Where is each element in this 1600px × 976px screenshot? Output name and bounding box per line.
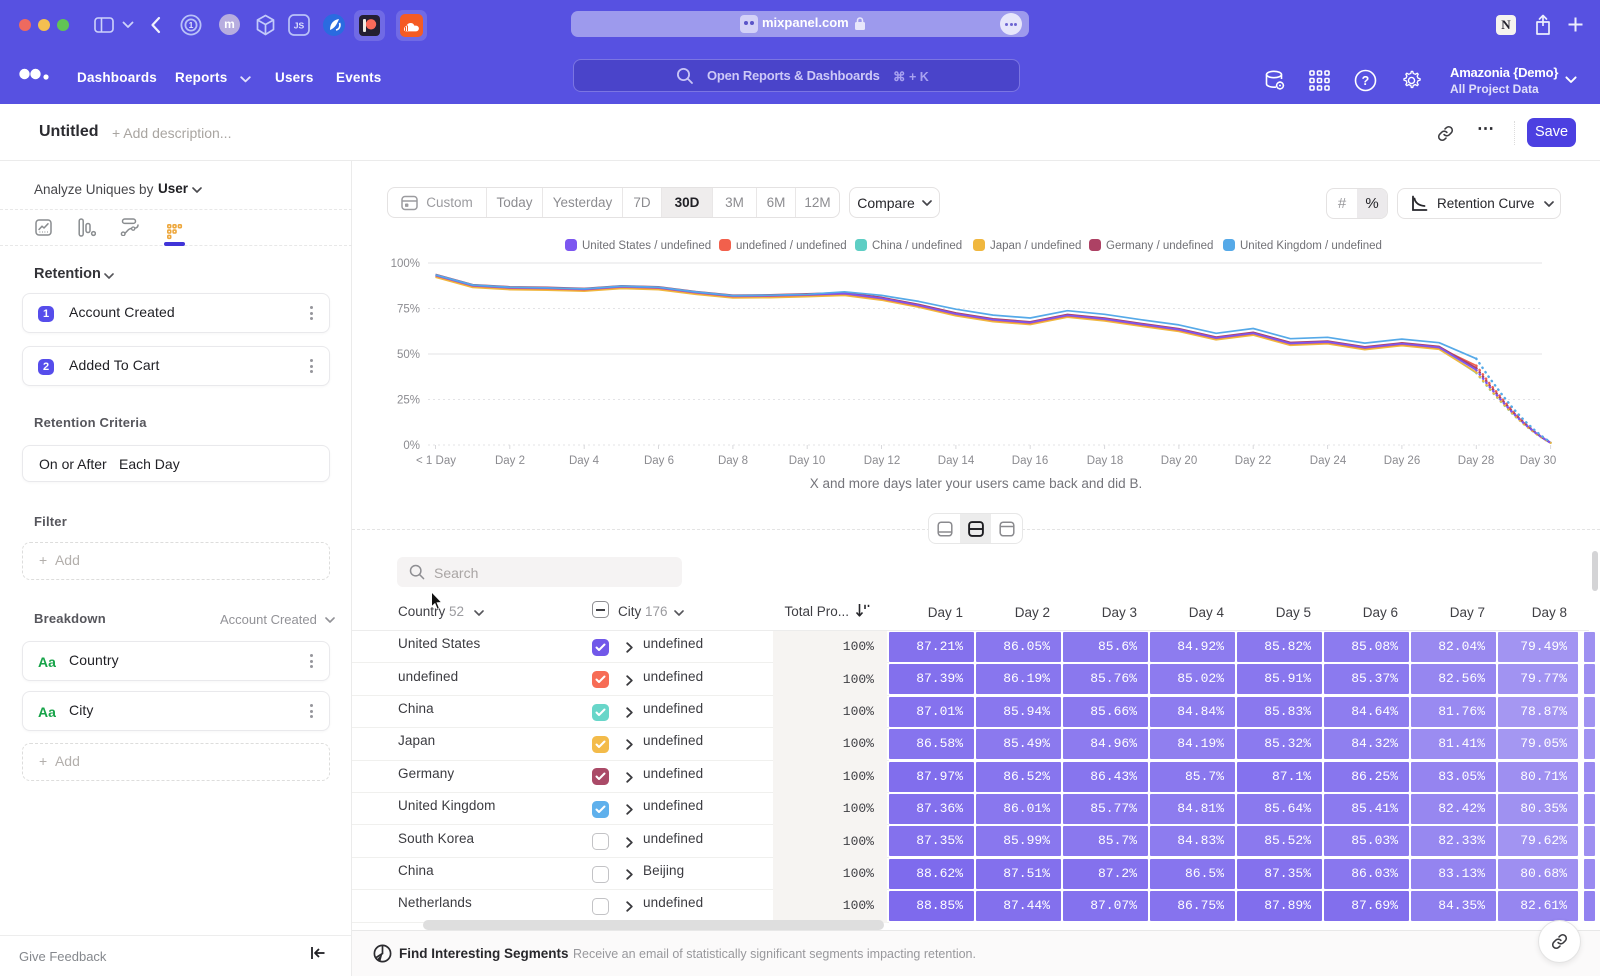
svg-text:?: ? <box>1362 74 1370 88</box>
svg-text:JS: JS <box>294 21 305 31</box>
svg-text:1: 1 <box>189 20 194 30</box>
